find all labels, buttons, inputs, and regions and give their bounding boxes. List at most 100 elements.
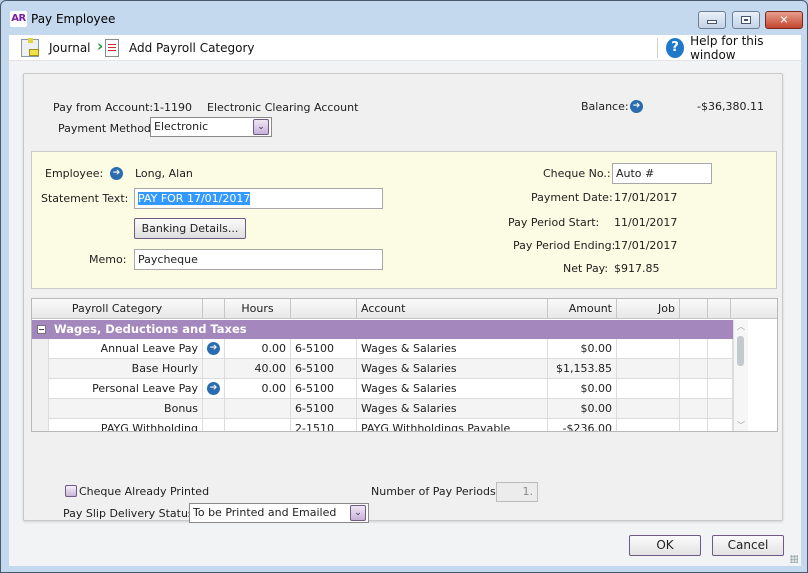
close-icon: ✕ — [779, 13, 789, 27]
column-header-extra-2[interactable] — [708, 299, 731, 319]
cell-detail[interactable] — [203, 419, 225, 431]
grid-header: Payroll Category Hours Account Amount Jo… — [32, 299, 777, 319]
column-header-hours[interactable]: Hours — [225, 299, 291, 319]
cell-extra-1[interactable] — [680, 339, 708, 359]
cell-amount[interactable]: $0.00 — [548, 399, 617, 419]
cell-extra-2[interactable] — [708, 399, 733, 419]
ok-button[interactable]: OK — [629, 535, 701, 556]
employee-name[interactable]: Long, Alan — [135, 167, 193, 180]
cell-extra-1[interactable] — [680, 399, 708, 419]
table-row[interactable]: Personal Leave Pay ➔ 0.00 6-5100 Wages & Sal… — [49, 379, 733, 399]
column-header-detail[interactable] — [203, 299, 225, 319]
cell-account[interactable]: Wages & Salaries — [357, 359, 548, 379]
cell-account[interactable]: Wages & Salaries — [357, 399, 548, 419]
cell-detail[interactable]: ➔ — [203, 379, 225, 399]
payment-method-label: Payment Method: — [58, 122, 155, 135]
detail-arrow-icon[interactable]: ➔ — [207, 382, 220, 395]
employee-label: Employee: — [45, 167, 104, 180]
scroll-down-icon[interactable]: ﹀ — [737, 420, 745, 431]
cheque-already-printed-label[interactable]: Cheque Already Printed — [79, 485, 209, 498]
cell-payroll-category[interactable]: Bonus — [49, 399, 203, 419]
cell-extra-1[interactable] — [680, 419, 708, 431]
group-row-wages-deductions-taxes[interactable]: − Wages, Deductions and Taxes — [32, 320, 733, 339]
pay-employee-window: AR Pay Employee ✕ Journal Add Payroll Ca… — [0, 0, 808, 573]
main-panel: Pay from Account: 1-1190 Electronic Clea… — [23, 73, 783, 523]
balance-detail-arrow-icon[interactable]: ➔ — [630, 100, 643, 113]
memo-input[interactable]: Paycheque — [134, 249, 383, 270]
cell-account[interactable]: Wages & Salaries — [357, 379, 548, 399]
cell-payroll-category[interactable]: Personal Leave Pay — [49, 379, 203, 399]
app-logo-icon: AR — [10, 11, 27, 27]
journal-button[interactable]: Journal — [21, 38, 91, 58]
statement-text-input[interactable]: PAY FOR 17/01/2017 — [134, 188, 383, 209]
column-header-extra-1[interactable] — [680, 299, 708, 319]
table-row[interactable]: PAYG Withholding 2-1510 PAYG Withholdings … — [49, 419, 733, 431]
cell-hours[interactable]: 0.00 — [225, 339, 291, 359]
cell-account-no[interactable]: 6-5100 — [291, 359, 357, 379]
add-payroll-category-button[interactable]: Add Payroll Category — [97, 37, 255, 58]
cheque-no-input[interactable]: Auto # — [612, 163, 712, 184]
cheque-already-printed-checkbox[interactable] — [65, 485, 77, 497]
collapse-icon[interactable]: − — [37, 325, 46, 334]
cell-account[interactable]: PAYG Withholdings Payable — [357, 419, 548, 431]
grid-vertical-scrollbar[interactable]: ︿ ﹀ — [733, 320, 748, 431]
cell-detail[interactable] — [203, 359, 225, 379]
table-row[interactable]: Bonus 6-5100 Wages & Salaries $0.00 — [49, 399, 733, 419]
column-header-account[interactable]: Account — [357, 299, 548, 319]
cancel-button[interactable]: Cancel — [712, 535, 784, 556]
table-row[interactable]: Base Hourly 40.00 6-5100 Wages & Salaries $1… — [49, 359, 733, 379]
cell-hours[interactable]: 0.00 — [225, 379, 291, 399]
cell-extra-1[interactable] — [680, 359, 708, 379]
cell-payroll-category[interactable]: PAYG Withholding — [49, 419, 203, 431]
cell-extra-2[interactable] — [708, 379, 733, 399]
title-bar[interactable]: AR Pay Employee ✕ — [1, 1, 807, 35]
minimize-button[interactable] — [698, 11, 726, 29]
row-gutter — [32, 339, 49, 431]
cell-payroll-category[interactable]: Base Hourly — [49, 359, 203, 379]
cell-payroll-category[interactable]: Annual Leave Pay — [49, 339, 203, 359]
scrollbar-thumb[interactable] — [737, 336, 744, 366]
employee-detail-arrow-icon[interactable]: ➔ — [110, 167, 123, 180]
cell-hours[interactable] — [225, 399, 291, 419]
cell-account-no[interactable]: 6-5100 — [291, 339, 357, 359]
payroll-category-grid: Payroll Category Hours Account Amount Jo… — [31, 298, 778, 432]
number-of-pay-periods-field: 1. — [496, 482, 538, 502]
cell-amount[interactable]: $0.00 — [548, 379, 617, 399]
column-header-account-no[interactable] — [291, 299, 357, 319]
cell-detail[interactable] — [203, 399, 225, 419]
cell-hours[interactable]: 40.00 — [225, 359, 291, 379]
payment-method-select[interactable]: Electronic ⌄ — [150, 117, 272, 137]
cell-job[interactable] — [617, 379, 680, 399]
detail-arrow-icon[interactable]: ➔ — [207, 342, 220, 355]
cell-extra-2[interactable] — [708, 339, 733, 359]
maximize-button[interactable] — [732, 11, 760, 29]
table-row[interactable]: Annual Leave Pay ➔ 0.00 6-5100 Wages & Salar… — [49, 339, 733, 359]
cell-job[interactable] — [617, 359, 680, 379]
cell-job[interactable] — [617, 339, 680, 359]
cell-hours[interactable] — [225, 419, 291, 431]
cell-amount[interactable]: -$236.00 — [548, 419, 617, 431]
cell-extra-1[interactable] — [680, 379, 708, 399]
column-header-job[interactable]: Job — [617, 299, 680, 319]
cell-account[interactable]: Wages & Salaries — [357, 339, 548, 359]
cell-account-no[interactable]: 2-1510 — [291, 419, 357, 431]
cell-detail[interactable]: ➔ — [203, 339, 225, 359]
cell-extra-2[interactable] — [708, 419, 733, 431]
cell-extra-2[interactable] — [708, 359, 733, 379]
resize-grip[interactable] — [790, 555, 798, 563]
close-button[interactable]: ✕ — [765, 11, 803, 29]
banking-details-button[interactable]: Banking Details... — [134, 218, 246, 239]
cell-account-no[interactable]: 6-5100 — [291, 379, 357, 399]
cell-account-no[interactable]: 6-5100 — [291, 399, 357, 419]
cell-amount[interactable]: $0.00 — [548, 339, 617, 359]
column-header-amount[interactable]: Amount — [548, 299, 617, 319]
window-title: Pay Employee — [31, 12, 116, 26]
scroll-up-icon[interactable]: ︿ — [737, 321, 745, 332]
help-button[interactable]: ? Help for this window — [657, 34, 801, 62]
pay-from-account-label: Pay from Account: — [53, 101, 154, 114]
cell-amount[interactable]: $1,153.85 — [548, 359, 617, 379]
cell-job[interactable] — [617, 419, 680, 431]
column-header-payroll-category[interactable]: Payroll Category — [32, 299, 203, 319]
cell-job[interactable] — [617, 399, 680, 419]
pay-slip-delivery-status-select[interactable]: To be Printed and Emailed ⌄ — [189, 503, 369, 523]
